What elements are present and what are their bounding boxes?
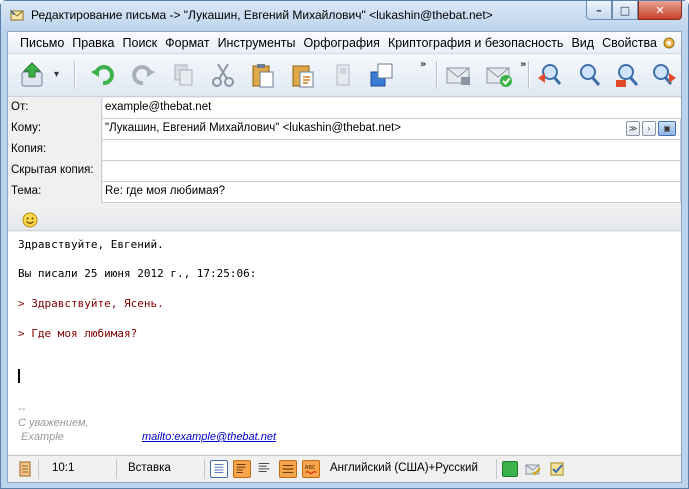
paste-quote-button[interactable]: [288, 60, 318, 90]
sign-button[interactable]: [484, 60, 514, 90]
magnifier-right-icon: [653, 64, 676, 85]
undo-button[interactable]: [88, 60, 118, 90]
quoted-line: > Где моя любимая?: [18, 327, 138, 340]
address-book-icon[interactable]: ▣: [658, 121, 676, 136]
find-next-button[interactable]: [648, 60, 678, 90]
bcc-field[interactable]: [103, 161, 681, 182]
menu-bar: Письмо Правка Поиск Формат Инструменты О…: [8, 32, 681, 54]
window-title: Редактирование письма -> "Лукашин, Евген…: [31, 8, 493, 22]
paste-button[interactable]: [248, 60, 278, 90]
align-icon[interactable]: [256, 460, 274, 478]
menu-search[interactable]: Поиск: [123, 36, 158, 50]
signature-name: Example: [18, 431, 64, 443]
send-icon: [21, 62, 43, 87]
find-button[interactable]: [574, 60, 604, 90]
keyboard-language[interactable]: Английский (США)+Русский: [330, 462, 478, 474]
menu-format[interactable]: Формат: [165, 36, 209, 50]
quote-format-icon[interactable]: [279, 460, 297, 478]
receipt-request-icon[interactable]: [548, 460, 566, 478]
next-recipient-icon[interactable]: ›: [642, 121, 656, 136]
magnifier-icon: [580, 64, 601, 86]
scissors-icon: [212, 63, 234, 87]
header-fields: От: example@thebat.net Кому: "Лукашин, Е…: [8, 98, 681, 203]
paste-icon: [252, 64, 274, 88]
menu-edit[interactable]: Правка: [72, 36, 114, 50]
to-label: Кому:: [8, 119, 102, 140]
undo-icon: [91, 65, 114, 86]
magnifier-replace-icon: [616, 64, 639, 87]
to-field-value: "Лукашин, Евгений Михайлович" <lukashin@…: [105, 122, 402, 134]
paste-special-icon: [292, 65, 314, 88]
cc-field[interactable]: [103, 140, 681, 161]
menu-crypto[interactable]: Криптография и безопасность: [388, 36, 564, 50]
magnifier-left-icon: [538, 64, 562, 85]
clipboard-button[interactable]: [366, 60, 396, 90]
send-button[interactable]: [18, 60, 48, 90]
envelope-check-icon[interactable]: [524, 460, 542, 478]
gear-icon[interactable]: [661, 35, 677, 51]
green-status-icon[interactable]: [502, 461, 518, 477]
editor-window: Редактирование письма -> "Лукашин, Евген…: [0, 0, 689, 489]
title-bar[interactable]: Редактирование письма -> "Лукашин, Евген…: [1, 1, 688, 31]
redo-button[interactable]: [128, 60, 158, 90]
find-prev-button[interactable]: [534, 60, 564, 90]
send-dropdown-icon[interactable]: ▾: [54, 69, 59, 80]
delete-icon: [336, 64, 350, 86]
message-body-editor[interactable]: Здравствуйте, Евгений. Вы писали 25 июня…: [8, 232, 681, 454]
menu-spelling[interactable]: Орфография: [304, 36, 380, 50]
smiley-icon[interactable]: [22, 212, 38, 228]
cc-label: Копия:: [8, 140, 102, 161]
thebat-app-icon: [10, 9, 24, 21]
menu-letter[interactable]: Письмо: [20, 36, 64, 50]
greeting-line: Здравствуйте, Евгений.: [18, 238, 164, 251]
bcc-label: Скрытая копия:: [8, 161, 102, 182]
close-button[interactable]: ✕: [638, 1, 682, 20]
expand-recipients-icon[interactable]: ≫: [626, 121, 640, 136]
maximize-button[interactable]: □: [612, 1, 638, 20]
subject-label: Тема:: [8, 182, 102, 203]
to-field[interactable]: "Лукашин, Евгений Михайлович" <lukashin@…: [103, 119, 681, 140]
emoticon-bar: [8, 209, 681, 231]
status-bar: 10:1 Вставка ABC Английский (США)+Русски…: [8, 455, 681, 482]
envelope-lock-icon: [446, 67, 470, 85]
cursor-position: 10:1: [52, 462, 75, 474]
from-label: От:: [8, 98, 102, 119]
quoted-line: > Здравствуйте, Ясень.: [18, 297, 164, 310]
envelope-check-icon: [486, 67, 512, 87]
client-area: Письмо Правка Поиск Формат Инструменты О…: [7, 31, 682, 483]
svg-text:ABC: ABC: [305, 465, 316, 471]
signature-mailto-link[interactable]: mailto:example@thebat.net: [142, 430, 276, 444]
cut-button[interactable]: [208, 60, 238, 90]
redo-icon: [132, 65, 155, 86]
insert-mode[interactable]: Вставка: [128, 462, 171, 474]
toolbar-overflow-right[interactable]: »: [520, 59, 526, 70]
quote-header-line: Вы писали 25 июня 2012 г., 17:25:06:: [18, 267, 257, 280]
clipboard-icon: [370, 63, 393, 87]
spellcheck-icon[interactable]: ABC: [302, 460, 320, 478]
encrypt-button[interactable]: [444, 60, 474, 90]
menu-properties[interactable]: Свойства: [602, 36, 657, 50]
menu-view[interactable]: Вид: [571, 36, 594, 50]
plain-text-icon[interactable]: [210, 460, 228, 478]
text-cursor: [18, 369, 20, 383]
toolbar: ▾ » »: [8, 55, 681, 97]
replace-button[interactable]: [612, 60, 642, 90]
toolbar-overflow-left[interactable]: »: [420, 59, 426, 70]
copy-icon: [174, 64, 193, 86]
from-field[interactable]: example@thebat.net: [103, 98, 681, 119]
document-icon[interactable]: [16, 460, 34, 478]
delete-button[interactable]: [328, 60, 358, 90]
subject-field[interactable]: Re: где моя любимая?: [103, 182, 681, 203]
signature-separator: --: [18, 403, 26, 415]
signature-regards: С уважением,: [18, 417, 89, 429]
wrap-icon[interactable]: [233, 460, 251, 478]
copy-button[interactable]: [168, 60, 198, 90]
minimize-button[interactable]: –: [586, 1, 612, 20]
menu-tools[interactable]: Инструменты: [218, 36, 296, 50]
